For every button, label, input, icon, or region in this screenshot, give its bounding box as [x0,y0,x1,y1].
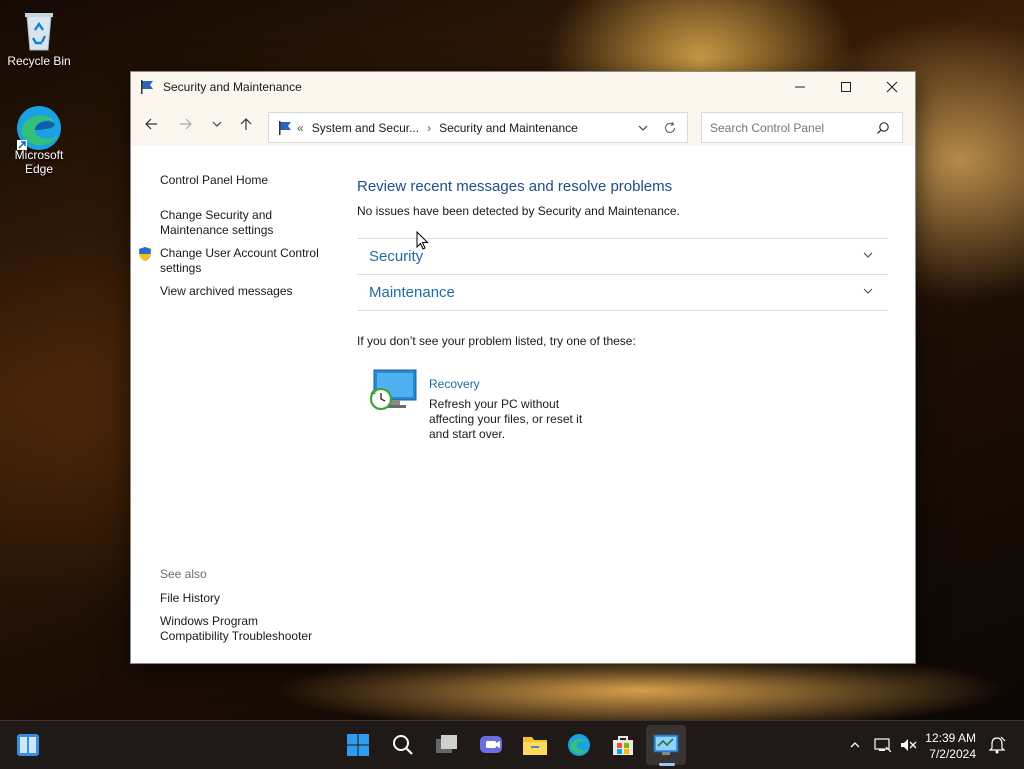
address-bar[interactable]: « System and Secur... › Security and Mai… [268,112,688,143]
sidebar-change-uac-settings[interactable]: Change User Account Control settings [160,246,319,275]
up-button[interactable] [236,114,256,134]
recovery-icon[interactable] [368,368,418,417]
see-also-heading: See also [160,567,207,581]
taskbar: 12:39 AM 7/2/2024 [0,720,1024,769]
maintenance-section-header[interactable]: Maintenance [357,274,888,310]
desktop-icon-label: Microsoft Edge [14,148,64,176]
search-icon[interactable] [389,731,417,759]
chevron-down-icon[interactable] [862,285,874,300]
clock-date: 7/2/2024 [929,747,976,761]
window-flag-icon [139,79,155,95]
content-pane: Control Panel Home Change Security and M… [131,146,915,663]
section-divider [357,310,888,311]
troubleshoot-hint: If you don’t see your problem listed, tr… [357,334,636,348]
start-button[interactable] [344,731,372,759]
sidebar-control-panel-home[interactable]: Control Panel Home [160,173,268,187]
minimize-button[interactable] [777,72,823,102]
recovery-link[interactable]: Recovery [429,377,480,391]
system-clock[interactable]: 12:39 AM 7/2/2024 [925,730,976,762]
address-overflow[interactable]: « [297,121,304,135]
see-also-compatibility-troubleshooter[interactable]: Windows Program Compatibility Troublesho… [160,614,312,643]
section-label-maintenance: Maintenance [369,284,455,301]
see-also-file-history[interactable]: File History [160,591,220,605]
sidebar-view-archived-messages[interactable]: View archived messages [160,284,293,298]
recycle-bin-icon [19,10,59,51]
address-dropdown-icon[interactable] [637,122,649,134]
navigation-bar: « System and Secur... › Security and Mai… [131,102,915,146]
security-section-header[interactable]: Security [357,238,888,274]
store-icon[interactable] [609,731,637,759]
edge-taskbar-icon[interactable] [565,731,593,759]
status-message: No issues have been detected by Security… [357,204,680,218]
recovery-description: Refresh your PC without affecting your f… [429,397,583,441]
breadcrumb-system-security[interactable]: System and Secur... [312,121,419,135]
page-title: Review recent messages and resolve probl… [357,178,673,195]
teams-chat-icon[interactable] [477,731,505,759]
mouse-cursor-icon [416,230,430,254]
desktop-icon-label: Recycle Bin [7,54,71,68]
desktop-icon-edge[interactable]: Microsoft Edge [4,104,74,176]
refresh-icon[interactable] [663,121,677,135]
close-button[interactable] [869,72,915,102]
breadcrumb-separator: › [427,120,432,135]
back-button[interactable] [141,114,161,134]
edge-icon [17,104,61,150]
chevron-down-icon[interactable] [862,249,874,264]
search-icon[interactable] [876,121,890,135]
search-input[interactable]: Search Control Panel [710,121,824,135]
network-icon[interactable] [873,735,893,755]
window-title: Security and Maintenance [163,80,302,94]
desktop-icon-recycle-bin[interactable]: Recycle Bin [4,10,74,68]
control-panel-taskbar-icon[interactable] [652,731,680,759]
notifications-icon[interactable] [987,735,1007,755]
show-hidden-icons-chevron-icon[interactable] [845,735,865,755]
clock-time: 12:39 AM [925,731,976,745]
widgets-icon[interactable] [14,731,42,759]
forward-button[interactable] [176,114,196,134]
search-box[interactable]: Search Control Panel [701,112,903,143]
volume-muted-icon[interactable] [899,735,919,755]
active-app-indicator [659,763,675,766]
file-explorer-icon[interactable] [521,731,549,759]
security-maintenance-window: Security and Maintenance « System and Se… [130,71,916,664]
uac-shield-icon [138,246,152,265]
sidebar-change-security-settings[interactable]: Change Security and Maintenance settings [160,208,273,237]
control-panel-flag-icon [277,120,293,136]
title-bar[interactable]: Security and Maintenance [131,72,915,102]
breadcrumb-security-maintenance[interactable]: Security and Maintenance [439,121,578,135]
recent-locations-button[interactable] [207,114,227,134]
task-view-icon[interactable] [433,731,461,759]
maximize-button[interactable] [823,72,869,102]
